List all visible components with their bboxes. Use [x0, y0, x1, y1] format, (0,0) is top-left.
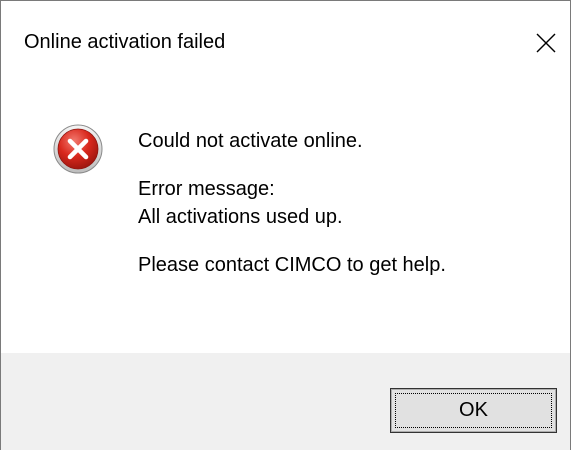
close-icon [536, 33, 556, 53]
error-icon [53, 124, 103, 174]
headline-text: Could not activate online. [138, 130, 363, 152]
ok-button-label: OK [459, 399, 488, 421]
help-text: Please contact CIMCO to get help. [138, 254, 446, 276]
ok-button[interactable]: OK [390, 388, 557, 433]
close-button[interactable] [522, 19, 570, 67]
button-bar: OK [1, 353, 570, 450]
error-detail-text: All activations used up. [138, 206, 343, 228]
title-bar: Online activation failed [1, 1, 570, 81]
message-block: Could not activate online. Error message… [138, 127, 446, 279]
error-label-text: Error message: [138, 178, 275, 200]
dialog-title: Online activation failed [24, 31, 226, 53]
error-dialog: Online activation failed Could not activ… [0, 0, 571, 450]
dialog-content: Could not activate online. Error message… [1, 81, 570, 353]
